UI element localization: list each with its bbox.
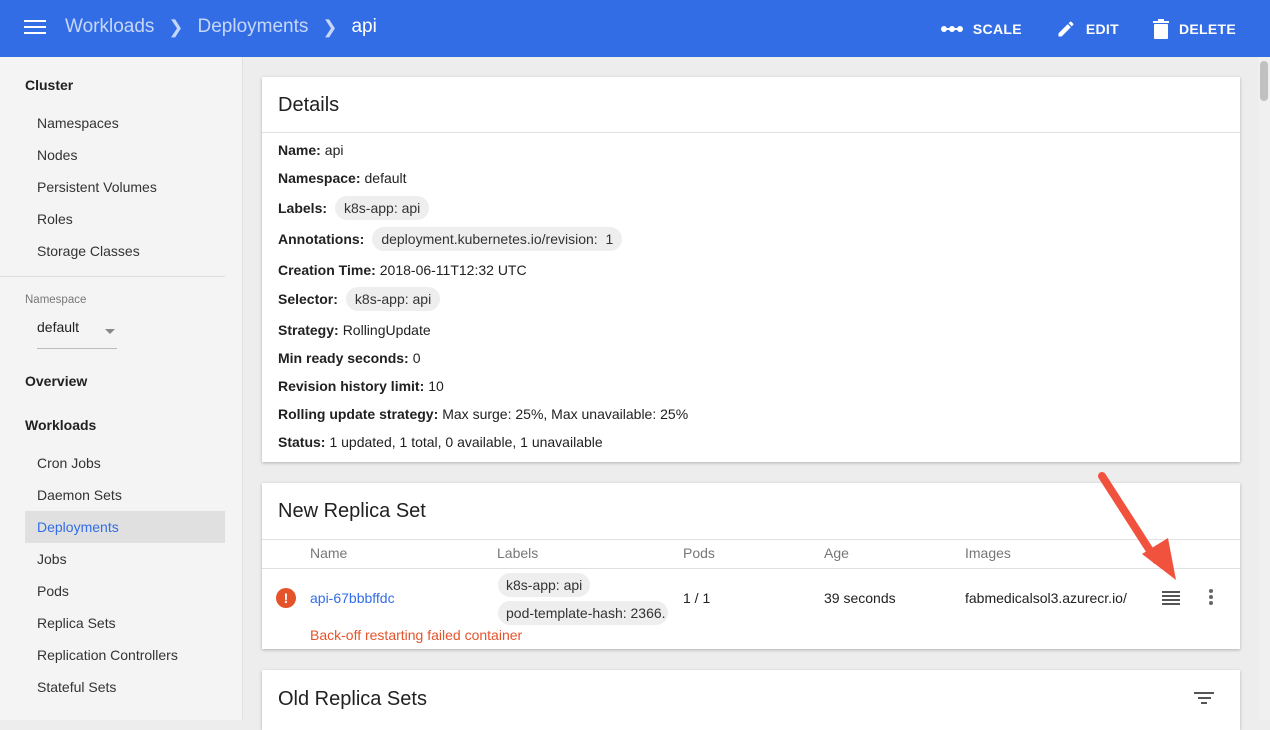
details-card: Details Name: api Namespace: default Label…: [262, 77, 1240, 462]
annotation-arrow-icon: [1098, 472, 1176, 580]
detail-min-ready-value: 0: [412, 350, 421, 366]
detail-rolling-value: Max surge: 25%, Max unavailable: 25%: [442, 406, 689, 422]
card-divider: [262, 132, 1240, 133]
hamburger-menu-icon[interactable]: [24, 20, 46, 36]
filter-icon[interactable]: [1194, 692, 1214, 706]
top-bar: Workloads ❯ Deployments ❯ api SCALE EDIT…: [0, 0, 1270, 57]
sidebar-item-cron-jobs[interactable]: Cron Jobs: [25, 447, 225, 479]
label-chip: pod-template-hash: 2366.: [498, 601, 668, 625]
detail-namespace-value: default: [364, 170, 407, 186]
edit-button[interactable]: EDIT: [1056, 19, 1119, 39]
sidebar-item-namespaces[interactable]: Namespaces: [25, 107, 225, 139]
selector-chip: k8s-app: api: [345, 287, 441, 311]
column-header-images: Images: [965, 545, 1011, 561]
chevron-right-icon: ❯: [322, 16, 338, 37]
namespace-value: default: [37, 319, 80, 335]
breadcrumb-current: api: [351, 16, 377, 37]
column-header-pods: Pods: [683, 545, 715, 561]
error-message: Back-off restarting failed container: [310, 627, 523, 643]
image-value: fabmedicalsol3.azurecr.io/: [965, 590, 1127, 606]
vertical-scrollbar[interactable]: [1258, 57, 1270, 720]
detail-namespace-label: Namespace:: [278, 170, 361, 186]
sidebar-item-nodes[interactable]: Nodes: [25, 139, 225, 171]
more-vert-icon[interactable]: [1208, 589, 1214, 607]
scale-button[interactable]: SCALE: [940, 20, 1022, 37]
detail-strategy-label: Strategy:: [278, 322, 339, 338]
pencil-icon: [1056, 19, 1076, 39]
error-status-icon: !: [276, 588, 296, 608]
pods-count: 1 / 1: [683, 590, 711, 606]
trash-icon: [1152, 18, 1169, 39]
sidebar-item-overview[interactable]: Overview: [25, 373, 87, 389]
dropdown-caret-icon: [105, 329, 115, 334]
detail-strategy-value: RollingUpdate: [342, 322, 431, 338]
detail-rolling-update: Rolling update strategy: Max surge: 25%, …: [278, 406, 688, 422]
delete-button[interactable]: DELETE: [1152, 18, 1236, 39]
detail-revision-value: 10: [428, 378, 444, 394]
replica-set-name-link[interactable]: api-67bbbffdc: [310, 590, 395, 606]
sidebar: Cluster Namespaces Nodes Persistent Volu…: [0, 57, 243, 720]
sidebar-item-roles[interactable]: Roles: [25, 203, 225, 235]
logs-icon[interactable]: [1162, 591, 1180, 605]
detail-min-ready: Min ready seconds: 0: [278, 350, 421, 366]
details-title: Details: [278, 94, 340, 116]
scale-label: SCALE: [972, 20, 1022, 37]
annotation-chip: deployment.kubernetes.io/revision: 1: [372, 227, 623, 251]
scrollbar-thumb[interactable]: [1260, 61, 1268, 101]
sidebar-item-storage-classes[interactable]: Storage Classes: [25, 235, 225, 267]
detail-selector-label: Selector:: [278, 291, 338, 307]
detail-creation-time: Creation Time: 2018-06-11T12:32 UTC: [278, 262, 527, 278]
scale-icon: [940, 25, 963, 33]
detail-creation-value: 2018-06-11T12:32 UTC: [379, 262, 527, 278]
breadcrumb-deployments[interactable]: Deployments: [198, 16, 309, 38]
sidebar-item-deployments[interactable]: Deployments: [25, 511, 225, 543]
detail-rolling-label: Rolling update strategy:: [278, 406, 439, 422]
detail-revision-label: Revision history limit:: [278, 378, 425, 394]
detail-namespace: Namespace: default: [278, 170, 407, 186]
detail-annotations-label: Annotations:: [278, 231, 365, 247]
sidebar-divider: [0, 276, 225, 277]
sidebar-item-daemon-sets[interactable]: Daemon Sets: [25, 479, 225, 511]
sidebar-item-replica-sets[interactable]: Replica Sets: [25, 607, 225, 639]
label-chip: k8s-app: api: [498, 573, 591, 597]
detail-selector: Selector: k8s-app: api: [278, 287, 441, 311]
breadcrumb-workloads[interactable]: Workloads: [65, 16, 154, 38]
old-replica-sets-title: Old Replica Sets: [278, 688, 427, 710]
detail-revision-limit: Revision history limit: 10: [278, 378, 444, 394]
edit-label: EDIT: [1085, 20, 1119, 37]
detail-name-label: Name:: [278, 142, 321, 158]
sidebar-item-replication-controllers[interactable]: Replication Controllers: [25, 639, 225, 671]
new-replica-set-title: New Replica Set: [278, 500, 426, 522]
column-header-labels: Labels: [497, 545, 539, 561]
toolbar-actions: SCALE EDIT DELETE: [940, 0, 1270, 57]
sidebar-item-stateful-sets[interactable]: Stateful Sets: [25, 671, 225, 703]
namespace-label: Namespace: [25, 294, 87, 306]
detail-annotations: Annotations: deployment.kubernetes.io/rev…: [278, 227, 623, 251]
detail-labels-label: Labels:: [278, 200, 328, 216]
column-header-name[interactable]: Name: [310, 545, 347, 561]
detail-labels: Labels: k8s-app: api: [278, 196, 430, 220]
detail-name: Name: api: [278, 142, 343, 158]
sidebar-heading-cluster[interactable]: Cluster: [25, 77, 73, 93]
detail-status-label: Status:: [278, 434, 326, 450]
detail-strategy: Strategy: RollingUpdate: [278, 322, 431, 338]
delete-label: DELETE: [1178, 20, 1236, 37]
sidebar-item-persistent-volumes[interactable]: Persistent Volumes: [25, 171, 225, 203]
namespace-select[interactable]: default: [37, 319, 117, 349]
sidebar-item-jobs[interactable]: Jobs: [25, 543, 225, 575]
label-chip: k8s-app: api: [335, 196, 430, 220]
age-value: 39 seconds: [824, 590, 896, 606]
old-replica-sets-card: Old Replica Sets: [262, 670, 1240, 730]
column-header-age[interactable]: Age: [824, 545, 849, 561]
sidebar-heading-workloads[interactable]: Workloads: [25, 417, 96, 433]
detail-status-value: 1 updated, 1 total, 0 available, 1 unava…: [329, 434, 603, 450]
sidebar-item-pods[interactable]: Pods: [25, 575, 225, 607]
detail-min-ready-label: Min ready seconds:: [278, 350, 409, 366]
breadcrumb: Workloads ❯ Deployments ❯ api: [65, 16, 377, 38]
detail-name-value: api: [324, 142, 344, 158]
chevron-right-icon: ❯: [168, 16, 184, 37]
detail-status: Status: 1 updated, 1 total, 0 available, …: [278, 434, 603, 450]
detail-creation-label: Creation Time:: [278, 262, 376, 278]
